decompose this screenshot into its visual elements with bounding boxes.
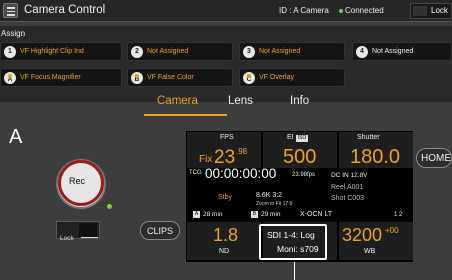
assign-button-4[interactable]: 4 Not Assigned [352, 42, 452, 61]
assign-button-label: Not Assigned [372, 48, 414, 55]
clips-button[interactable]: CLIPS [140, 221, 180, 240]
standby-status: Stby [218, 194, 233, 201]
assign-button-c[interactable]: C VF Overlay [239, 68, 345, 87]
assign-key-2-icon: 2 [131, 46, 143, 58]
fps-label: FPS [220, 134, 234, 141]
assign-button-1[interactable]: 1 VF Highlight Clip Ind [0, 42, 122, 61]
assign-key-a-icon: A [4, 72, 16, 84]
sdi-highlight-frame [259, 224, 327, 260]
zoom-fit-label: Zoom to Fit 17:9 [256, 201, 293, 207]
fps-decimal: .98 [236, 147, 248, 156]
assign-button-2[interactable]: 2 Not Assigned [127, 42, 233, 61]
hamburger-menu-icon[interactable] [3, 3, 18, 18]
wb-offset: +00 [385, 226, 399, 235]
assign-button-label: VF False Color [147, 74, 194, 81]
assign-button-3[interactable]: 3 Not Assigned [239, 42, 345, 61]
home-button[interactable]: HOME [416, 148, 452, 168]
tab-camera[interactable]: Camera [157, 95, 198, 107]
nd-value: 1.8 [213, 225, 239, 245]
assign-button-label: Not Assigned [147, 48, 189, 55]
assign-button-a[interactable]: A VF Focus Magnifier [0, 68, 122, 87]
shot-label: Shot C003 [331, 195, 365, 202]
wb-label: WB [364, 248, 376, 255]
camera-control-screen: Camera Control ID : A Camera Connected L… [0, 0, 452, 280]
tab-info[interactable]: Info [290, 95, 309, 107]
rec-lock-knob-icon [79, 223, 97, 237]
dc-in-voltage: DC IN 12.8V [331, 172, 368, 179]
connection-status-text: Connected [345, 6, 384, 15]
shutter-label: Shutter [357, 134, 380, 141]
connection-status-dot-icon [339, 9, 343, 13]
assign-key-b-icon: B [131, 72, 143, 84]
rec-status-led-icon [107, 204, 112, 209]
active-tab-indicator [144, 114, 227, 116]
nd-label: ND [219, 248, 230, 255]
assign-key-1-icon: 1 [4, 46, 16, 58]
ei-iso-badge: ISO [296, 135, 308, 142]
clips-button-label: CLIPS [147, 226, 174, 236]
assign-key-c-icon: C [243, 72, 255, 84]
lock-arrow-icon [81, 237, 98, 238]
assign-title: Assign [1, 29, 26, 38]
ei-value: 500 [283, 146, 317, 168]
camera-letter: A [9, 126, 23, 148]
lock-toggle-label: Lock [431, 6, 448, 15]
media-b-icon: B [251, 211, 258, 218]
rec-button-label: Rec [69, 176, 86, 186]
assign-button-label: Not Assigned [259, 48, 301, 55]
media-a-time: 28 min [203, 211, 223, 218]
assign-button-label: VF Overlay [259, 74, 295, 81]
home-button-label: HOME [421, 153, 451, 164]
camera-id-label: ID : A Camera [279, 6, 329, 15]
title-bar: Camera Control ID : A Camera Connected L… [0, 0, 452, 22]
media-a-icon: A [193, 211, 200, 218]
app-title: Camera Control [24, 4, 106, 16]
rec-lock-label: Lock [60, 235, 74, 242]
shutter-value: 180.0 [350, 146, 401, 168]
assign-panel [0, 26, 452, 102]
reel-label: Reel A001 [331, 184, 364, 191]
fps-prefix: Fix [199, 154, 213, 165]
media-b-time: 29 min [261, 211, 281, 218]
callout-pointer-line [294, 262, 295, 280]
assign-key-3-icon: 3 [243, 46, 255, 58]
wb-value: 3200 [342, 225, 383, 245]
frame-rate-label: 23.98fps [292, 172, 316, 178]
resolution-label: 8.6K 3:2 [256, 192, 283, 199]
main-tabs: Camera Lens Info [0, 94, 452, 115]
lock-toggle-switch-icon [413, 6, 427, 16]
slot-indices: 1 2 [394, 212, 403, 218]
assign-button-label: VF Focus Magnifier [20, 74, 81, 81]
lock-toggle-button[interactable]: Lock [410, 3, 452, 19]
ei-label: EI [287, 134, 294, 141]
assign-button-b[interactable]: B VF False Color [127, 68, 233, 87]
codec-label: X-OCN LT [300, 211, 333, 218]
tab-lens[interactable]: Lens [228, 95, 253, 107]
timecode-label: TCG [189, 170, 202, 176]
assign-key-4-icon: 4 [356, 46, 368, 58]
assign-button-label: VF Highlight Clip Ind [20, 48, 84, 55]
timecode-value: 00:00:00:00 [205, 166, 277, 181]
